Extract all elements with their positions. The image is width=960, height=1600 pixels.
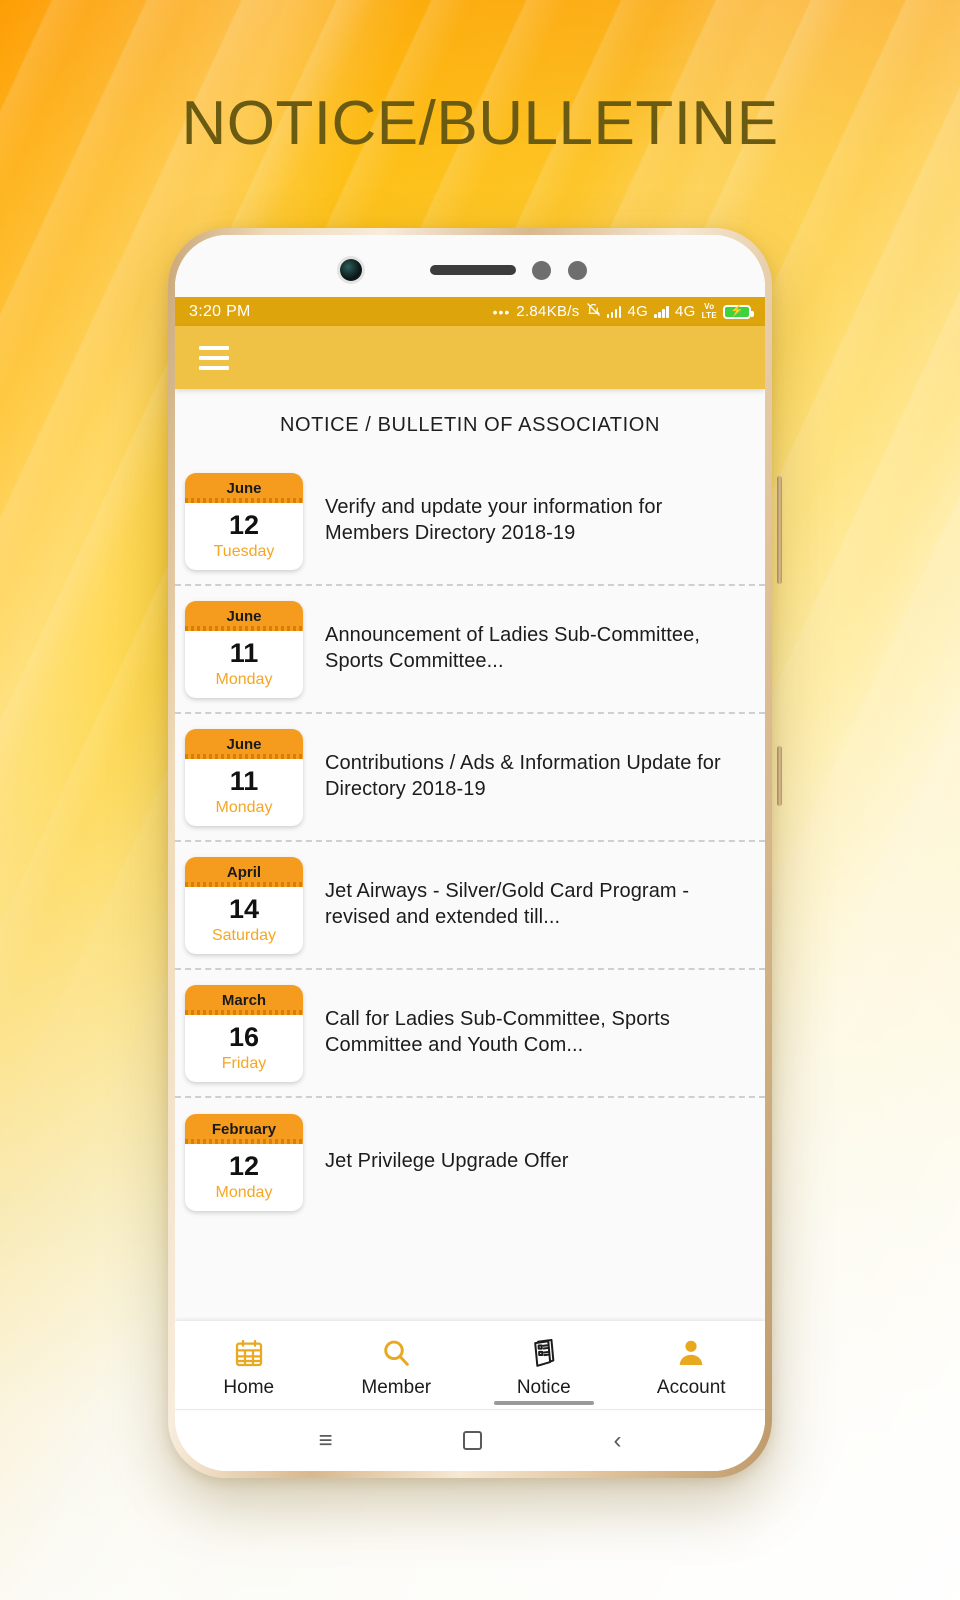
app-bar (175, 326, 765, 389)
calendar-card: February 12 Monday (185, 1113, 303, 1211)
android-navigation-bar: ≡ ‹ (175, 1409, 765, 1471)
phone-mockup: 3:20 PM ••• 2.84KB/s 4G 4G Vo LTE ⚡ NOTI… (168, 228, 782, 1478)
calendar-card: April 14 Saturday (185, 856, 303, 954)
nav-label: Account (656, 1376, 726, 1398)
nav-label: Home (223, 1376, 275, 1398)
status-bar: 3:20 PM ••• 2.84KB/s 4G 4G Vo LTE ⚡ (175, 297, 765, 326)
notice-row[interactable]: March 16 Friday Call for Ladies Sub-Comm… (175, 970, 765, 1098)
notice-text: Announcement of Ladies Sub-Committee, Sp… (325, 624, 701, 672)
earpiece-speaker (430, 265, 516, 275)
calendar-card: June 11 Monday (185, 600, 303, 698)
network-type-sim1: 4G (627, 303, 649, 320)
home-square-icon[interactable] (463, 1431, 483, 1450)
calendar-weekday: Monday (215, 798, 273, 816)
calendar-day: 16 (228, 1021, 260, 1052)
calendar-month: June (185, 472, 303, 503)
calendar-day: 11 (229, 765, 259, 796)
phone-screen: 3:20 PM ••• 2.84KB/s 4G 4G Vo LTE ⚡ NOTI… (175, 297, 765, 1471)
calendar-card: June 11 Monday (185, 728, 303, 826)
calendar-day: 11 (229, 637, 259, 668)
notice-text: Verify and update your information for M… (325, 496, 663, 544)
notice-text: Call for Ladies Sub-Committee, Sports Co… (325, 1008, 670, 1056)
notice-row[interactable]: June 11 Monday Announcement of Ladies Su… (175, 586, 765, 714)
bell-muted-icon (586, 302, 601, 321)
calendar-icon (233, 1336, 265, 1370)
page-title: NOTICE/BULLETINE (181, 89, 779, 158)
signal-bars-sim2-icon (654, 305, 669, 318)
front-camera-icon (340, 259, 362, 281)
person-icon (675, 1336, 707, 1370)
notice-text: Jet Privilege Upgrade Offer (325, 1150, 569, 1173)
nav-item-home[interactable]: Home (175, 1321, 323, 1409)
notice-row[interactable]: February 12 Monday Jet Privilege Upgrade… (175, 1098, 765, 1226)
network-type-sim2: 4G (674, 303, 696, 320)
signal-bars-sim1-icon (606, 305, 622, 318)
calendar-weekday: Tuesday (213, 542, 275, 560)
bottom-navigation: Home Member Notice Account (175, 1321, 765, 1409)
notice-row[interactable]: June 11 Monday Contributions / Ads & Inf… (175, 714, 765, 842)
calendar-day: 12 (228, 1150, 260, 1181)
calendar-month: March (185, 984, 303, 1015)
nav-label: Notice (516, 1376, 571, 1398)
calendar-day: 12 (228, 509, 260, 540)
notice-row[interactable]: April 14 Saturday Jet Airways - Silver/G… (175, 842, 765, 970)
magnifier-icon (380, 1336, 412, 1370)
network-speed-label: 2.84KB/s (516, 303, 580, 320)
back-icon[interactable]: ‹ (613, 1428, 621, 1453)
calendar-month: June (185, 728, 303, 759)
notice-row[interactable]: June 12 Tuesday Verify and update your i… (175, 458, 765, 586)
calendar-month: February (185, 1113, 303, 1144)
nav-item-member[interactable]: Member (323, 1321, 471, 1409)
nav-item-account[interactable]: Account (618, 1321, 766, 1409)
calendar-card: June 12 Tuesday (185, 472, 303, 570)
nav-item-notice[interactable]: Notice (470, 1321, 618, 1409)
volume-button[interactable] (777, 476, 782, 584)
power-button[interactable] (777, 746, 782, 806)
screen-title: NOTICE / BULLETIN OF ASSOCIATION (175, 389, 765, 458)
volte-icon: Vo LTE (701, 302, 717, 320)
notice-text: Jet Airways - Silver/Gold Card Program -… (325, 880, 690, 928)
document-list-icon (528, 1336, 560, 1370)
calendar-weekday: Monday (215, 1183, 273, 1201)
calendar-weekday: Monday (215, 670, 273, 688)
recents-icon[interactable]: ≡ (318, 1428, 332, 1453)
calendar-month: June (185, 600, 303, 631)
status-time: 3:20 PM (189, 302, 251, 320)
notice-text: Contributions / Ads & Information Update… (325, 752, 721, 800)
phone-top-bezel (175, 235, 765, 297)
hamburger-menu-icon[interactable] (199, 345, 229, 370)
notice-list[interactable]: June 12 Tuesday Verify and update your i… (175, 458, 765, 1321)
calendar-day: 14 (228, 893, 260, 924)
calendar-card: March 16 Friday (185, 984, 303, 1082)
proximity-sensor (532, 261, 551, 280)
battery-charging-icon: ⚡ (723, 304, 754, 319)
calendar-weekday: Friday (221, 1054, 267, 1072)
light-sensor (568, 261, 587, 280)
calendar-month: April (185, 856, 303, 887)
calendar-weekday: Saturday (211, 926, 277, 944)
nav-label: Member (361, 1376, 432, 1398)
status-overflow-dots-icon: ••• (492, 303, 511, 320)
